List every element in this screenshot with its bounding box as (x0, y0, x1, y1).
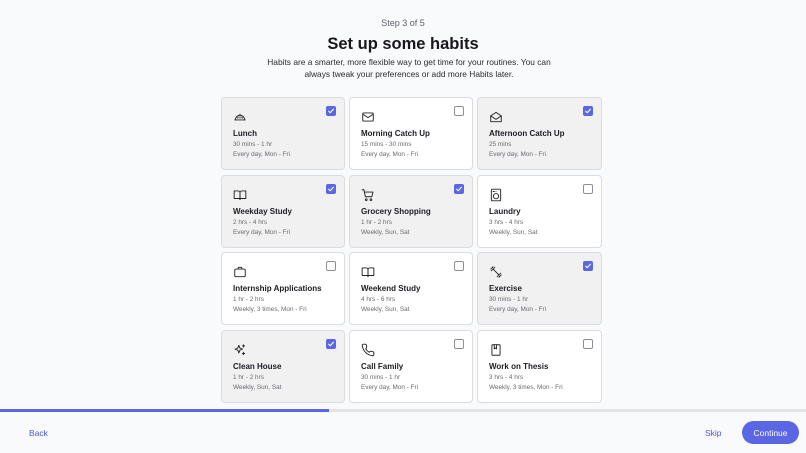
habit-schedule: Every day, Mon - Fri (361, 383, 419, 391)
cart-icon (361, 188, 375, 202)
habit-schedule: Weekly, Sun, Sat (489, 228, 538, 236)
habit-duration: 1 hr - 2 hrs (361, 218, 392, 226)
habit-duration: 25 mins (489, 141, 512, 148)
habit-name: Laundry (489, 206, 521, 216)
page-subtitle: Habits are a smarter, more flexible way … (267, 57, 551, 79)
habit-name: Work on Thesis (489, 361, 549, 371)
habit-schedule: Weekly, Sun, Sat (361, 306, 410, 313)
habit-card[interactable]: Call Family 30 mins - 1 hr Every day, Mon … (349, 329, 473, 403)
habit-duration: 3 hrs - 4 hrs (489, 218, 524, 226)
habit-name: Weekday Study (233, 206, 292, 216)
habit-schedule: Every day, Mon - Fri (233, 151, 291, 158)
habit-card[interactable]: Weekend Study 4 hrs - 6 hrs Weekly, Sun, S… (349, 252, 473, 325)
washing-machine-icon (489, 188, 503, 202)
habit-checkbox[interactable] (326, 106, 336, 116)
habit-checkbox[interactable] (583, 106, 593, 116)
back-button[interactable]: Back (29, 428, 48, 438)
habit-name: Call Family (361, 361, 404, 371)
notebook-icon (489, 343, 503, 357)
habit-checkbox[interactable] (583, 338, 593, 349)
habit-duration: 1 hr - 2 hrs (233, 296, 264, 303)
habit-name: Exercise (489, 284, 522, 293)
step-indicator: Step 3 of 5 (381, 18, 425, 28)
habit-name: Lunch (233, 129, 257, 138)
habit-duration: 3 hrs - 4 hrs (489, 373, 524, 381)
habit-checkbox[interactable] (326, 183, 336, 194)
habit-card[interactable]: Internship Applications 1 hr - 2 hrs Weekl… (221, 252, 345, 325)
habit-checkbox[interactable] (454, 106, 464, 116)
mail-open-icon (489, 110, 503, 124)
habit-duration: 1 hr - 2 hrs (233, 373, 264, 381)
habit-duration: 4 hrs - 6 hrs (361, 296, 396, 303)
habit-checkbox[interactable] (583, 261, 593, 271)
progress-bar-fill (0, 409, 329, 412)
continue-button[interactable]: Continue (742, 421, 799, 444)
habit-checkbox[interactable] (326, 261, 336, 271)
habit-card[interactable]: Exercise 30 mins - 1 hr Every day, Mon - F… (477, 252, 602, 325)
habit-schedule: Weekly, 3 times, Mon - Fri (489, 383, 563, 391)
habit-card[interactable]: Work on Thesis 3 hrs - 4 hrs Weekly, 3 tim… (477, 329, 602, 403)
habit-schedule: Weekly, Sun, Sat (361, 228, 410, 236)
habit-duration: 15 mins - 30 mins (361, 141, 412, 148)
book-icon (361, 265, 375, 279)
habit-schedule: Every day, Mon - Fri (489, 151, 547, 158)
habit-schedule: Every day, Mon - Fri (489, 306, 547, 313)
habit-checkbox[interactable] (583, 183, 593, 194)
habit-duration: 30 mins - 1 hr (489, 296, 529, 303)
habit-card[interactable]: Weekday Study 2 hrs - 4 hrs Every day, Mon… (221, 174, 345, 248)
habit-schedule: Weekly, 3 times, Mon - Fri (233, 306, 307, 313)
page-title: Set up some habits (327, 35, 479, 53)
book-icon (233, 188, 247, 202)
habit-checkbox[interactable] (326, 338, 336, 349)
habit-checkbox[interactable] (454, 183, 464, 194)
habit-duration: 30 mins - 1 hr (361, 373, 401, 381)
habit-card[interactable]: Morning Catch Up 15 mins - 30 mins Every d… (349, 97, 473, 170)
habit-card[interactable]: Laundry 3 hrs - 4 hrs Weekly, Sun, Sat (477, 174, 602, 248)
habit-grid: Lunch 30 mins - 1 hr Every day, Mon - Fri M… (221, 97, 602, 403)
habit-card[interactable]: Clean House 1 hr - 2 hrs Weekly, Sun, Sat (221, 329, 345, 403)
habit-name: Internship Applications (233, 284, 322, 293)
habit-card[interactable]: Grocery Shopping 1 hr - 2 hrs Weekly, Sun,… (349, 174, 473, 248)
mail-icon (361, 110, 375, 124)
sparkles-icon (233, 343, 247, 357)
lunch-icon (233, 110, 247, 124)
habit-duration: 2 hrs - 4 hrs (233, 218, 268, 226)
habit-name: Afternoon Catch Up (489, 129, 565, 138)
habit-schedule: Weekly, Sun, Sat (233, 383, 282, 391)
dumbbell-icon (489, 265, 503, 279)
briefcase-icon (233, 265, 247, 279)
habit-name: Morning Catch Up (361, 129, 430, 138)
habit-name: Clean House (233, 361, 282, 371)
habit-duration: 30 mins - 1 hr (233, 141, 273, 148)
habit-card[interactable]: Lunch 30 mins - 1 hr Every day, Mon - Fri (221, 97, 345, 170)
habit-name: Weekend Study (361, 284, 421, 293)
skip-button[interactable]: Skip (705, 428, 722, 438)
habit-checkbox[interactable] (454, 261, 464, 271)
progress-bar (0, 409, 806, 412)
habit-name: Grocery Shopping (361, 206, 431, 216)
habit-schedule: Every day, Mon - Fri (233, 228, 291, 236)
habit-checkbox[interactable] (454, 338, 464, 349)
habit-schedule: Every day, Mon - Fri (361, 151, 419, 158)
phone-icon (361, 343, 375, 357)
habit-card[interactable]: Afternoon Catch Up 25 mins Every day, Mon … (477, 97, 602, 170)
